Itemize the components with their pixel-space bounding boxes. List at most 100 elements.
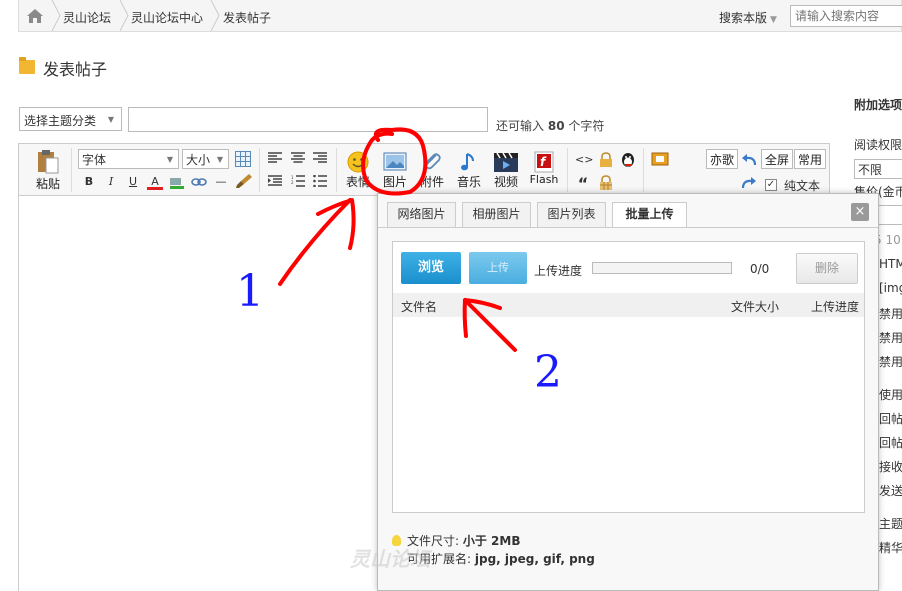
column-progress: 上传进度 [811, 300, 860, 314]
align-center-icon[interactable] [291, 152, 305, 164]
breadcrumb-separator-icon [119, 0, 129, 31]
ordered-list-icon[interactable]: 12 [291, 175, 305, 187]
italic-button[interactable]: I [103, 174, 119, 190]
image-icon [383, 152, 407, 171]
flash-button[interactable]: f Flash [527, 151, 561, 186]
bold-button[interactable]: B [81, 174, 97, 190]
tab-image-list[interactable]: 图片列表 [537, 202, 606, 227]
close-icon[interactable]: × [851, 203, 869, 221]
common-button[interactable]: 常用 [794, 149, 827, 169]
music-button[interactable]: 音乐 [453, 151, 485, 190]
sidebar-option[interactable]: 主题 [879, 515, 902, 532]
breadcrumb-link-forum[interactable]: 灵山论坛 [63, 9, 111, 26]
horizontal-rule-icon[interactable]: — [213, 174, 229, 190]
link-icon[interactable] [191, 175, 207, 189]
delete-button[interactable]: 删除 [796, 253, 858, 284]
home-icon[interactable] [25, 7, 45, 25]
chevron-down-icon: ▼ [216, 155, 223, 164]
font-family-select[interactable]: 字体 ▼ [78, 149, 179, 169]
qq-penguin-icon[interactable] [620, 151, 636, 168]
topic-category-select[interactable]: 选择主题分类 ▼ [19, 107, 122, 131]
plain-text-checkbox[interactable]: ✓ [765, 179, 777, 191]
yige-button[interactable]: 亦歌 [706, 149, 739, 169]
unordered-list-icon[interactable] [313, 175, 327, 187]
sidebar-option[interactable]: 禁用 [879, 329, 902, 346]
tab-web-image[interactable]: 网络图片 [387, 202, 456, 227]
paste-label: 粘贴 [35, 177, 60, 191]
tab-album-image[interactable]: 相册图片 [462, 202, 531, 227]
underline-button[interactable]: U [125, 174, 141, 190]
code-icon[interactable]: <> [575, 152, 593, 168]
watermark: 灵山论坛 [350, 547, 430, 571]
sidebar-option[interactable]: 发送 [879, 482, 902, 499]
toolbar-divider [259, 148, 260, 192]
font-color-button[interactable]: A [147, 174, 163, 190]
sidebar-option[interactable]: 接收 [879, 458, 902, 475]
sidebar-option[interactable]: 禁用 [879, 353, 902, 370]
align-right-icon[interactable] [313, 152, 327, 164]
chevron-down-icon: ▼ [107, 115, 114, 124]
annotation-step-1: 1 [236, 266, 264, 317]
breadcrumb-current: 发表帖子 [223, 11, 272, 25]
font-family-label: 字体 [82, 153, 107, 167]
subject-input[interactable] [128, 107, 488, 132]
remain-prefix: 还可输入 [496, 119, 545, 133]
toolbar-divider [336, 148, 337, 192]
video-button[interactable]: 视频 [490, 151, 522, 190]
sidebar-option[interactable]: 精华 [879, 539, 902, 556]
search-scope-select[interactable]: 搜索本版 ▼ [719, 9, 777, 26]
paste-button[interactable]: 粘贴 [33, 149, 63, 192]
sidebar-option[interactable]: 使用 [879, 386, 902, 403]
table-icon[interactable] [235, 151, 251, 167]
upload-progress-bar [592, 262, 732, 274]
image-label: 图片 [382, 175, 407, 189]
search-scope-label: 搜索本版 [719, 11, 768, 25]
flash-label: Flash [529, 173, 559, 186]
attachment-button[interactable]: 附件 [417, 151, 447, 190]
page-title: 发表帖子 [43, 60, 108, 79]
sidebar-option[interactable]: 回帖 [879, 434, 902, 451]
chevron-down-icon: ▼ [166, 155, 173, 164]
undo-icon[interactable] [741, 152, 757, 166]
font-size-select[interactable]: 大小 ▼ [182, 149, 229, 169]
lock-icon[interactable] [599, 152, 613, 168]
background-color-icon[interactable] [169, 175, 185, 189]
svg-text:2: 2 [291, 180, 294, 185]
emoticon-label: 表情 [345, 175, 370, 189]
image-button[interactable]: 图片 [379, 151, 411, 190]
video-clapper-icon [494, 152, 518, 172]
hidden-content-icon[interactable] [599, 175, 613, 191]
emoticon-button[interactable]: 表情 [343, 151, 373, 190]
tab-batch-upload[interactable]: 批量上传 [612, 202, 687, 228]
breadcrumb-separator-icon [51, 0, 61, 31]
upload-progress-count: 0/0 [750, 262, 770, 276]
attachment-label: 附件 [419, 175, 444, 189]
toolbar-divider [71, 148, 72, 192]
browse-button[interactable]: 浏览 [401, 252, 461, 284]
plain-text-label: 纯文本 [784, 179, 821, 193]
redo-icon[interactable] [741, 175, 757, 189]
image-upload-dialog: 网络图片 相册图片 图片列表 批量上传 × 浏览 上传 上传进度 0/0 删除 … [377, 193, 879, 591]
char-remaining: 还可输入 80 个字符 [496, 117, 604, 134]
breadcrumb-link-center[interactable]: 灵山论坛中心 [131, 9, 203, 26]
sidebar-html-option[interactable]: HTM [879, 257, 902, 271]
clear-format-brush-icon[interactable] [235, 173, 253, 189]
smiley-icon [347, 151, 369, 173]
page-break-icon[interactable] [651, 152, 669, 166]
align-left-icon[interactable] [268, 152, 282, 164]
sidebar-img-option[interactable]: [img [879, 281, 902, 295]
indent-icon[interactable] [268, 175, 282, 187]
sidebar-option[interactable]: 禁用 [879, 305, 902, 322]
search-input[interactable] [790, 5, 902, 27]
breadcrumb-separator-icon [210, 0, 220, 31]
sidebar-read-permission: 阅读权限 [854, 138, 902, 152]
upload-button[interactable]: 上传 [469, 252, 527, 284]
read-permission-select[interactable]: 不限 [854, 159, 902, 179]
remain-count: 80 [547, 119, 565, 133]
toolbar-divider [567, 148, 568, 192]
column-filesize: 文件大小 [731, 300, 780, 314]
paperclip-icon [425, 153, 441, 170]
sidebar-option[interactable]: 回帖 [879, 410, 902, 427]
quote-icon[interactable]: “ [575, 176, 591, 192]
fullscreen-button[interactable]: 全屏 [761, 149, 794, 169]
